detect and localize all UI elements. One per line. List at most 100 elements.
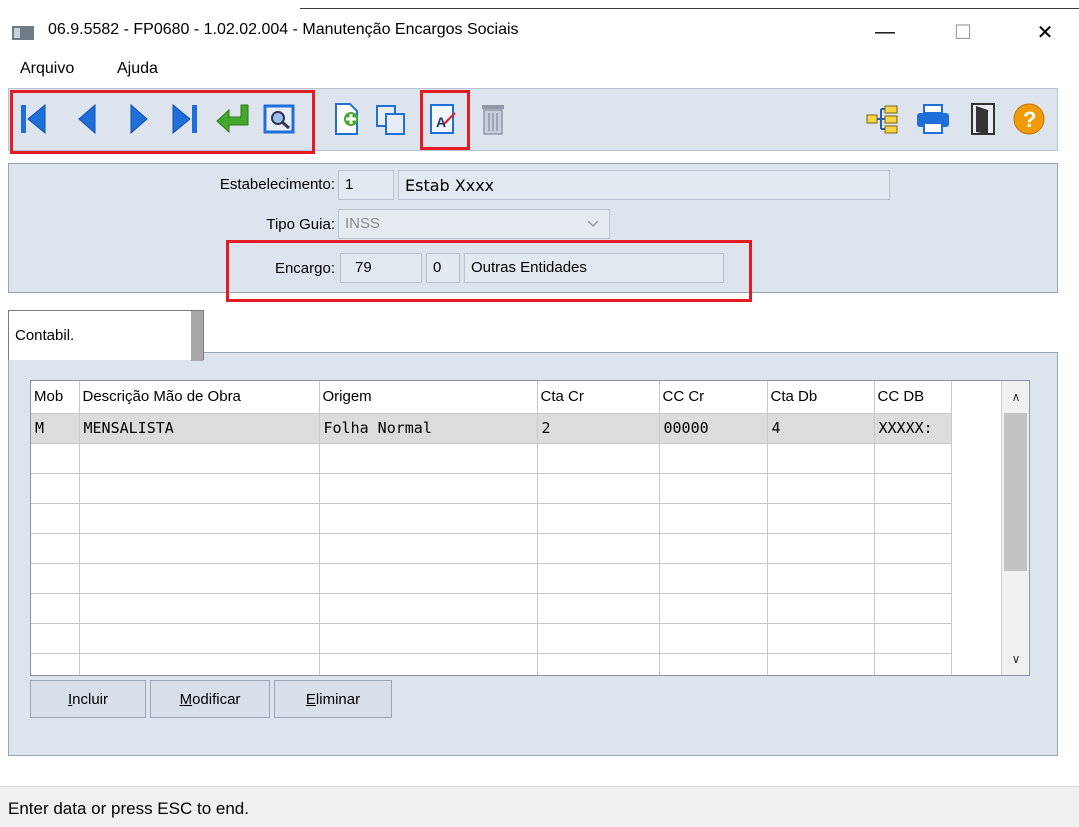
tipo-guia-label: Tipo Guia: xyxy=(266,216,335,233)
close-button[interactable]: ✕ xyxy=(1022,14,1068,50)
copy-icon[interactable] xyxy=(373,101,409,137)
table-cell xyxy=(79,593,320,624)
estabelecimento-name-field: Estab Xxxx xyxy=(398,170,890,200)
table-cell xyxy=(537,593,660,624)
table-cell xyxy=(31,623,80,654)
grid-table: Mob Descrição Mão de Obra Origem Cta Cr … xyxy=(31,381,952,675)
table-row[interactable] xyxy=(31,623,952,654)
table-cell xyxy=(31,503,80,534)
menu-ajuda[interactable]: Ajuda xyxy=(117,60,158,78)
minimize-button[interactable]: — xyxy=(862,14,908,50)
table-cell xyxy=(537,623,660,654)
delete-icon[interactable] xyxy=(475,101,511,137)
table-cell xyxy=(79,653,320,675)
incluir-button[interactable]: Incluir xyxy=(30,680,146,718)
highlight-encargo xyxy=(226,240,752,302)
window-top-border xyxy=(300,8,1079,9)
table-cell xyxy=(874,563,952,594)
table-cell xyxy=(659,623,768,654)
print-icon[interactable] xyxy=(915,101,951,137)
table-cell xyxy=(31,473,80,504)
scroll-thumb[interactable] xyxy=(1004,413,1027,571)
table-cell xyxy=(31,533,80,564)
table-row[interactable] xyxy=(31,503,952,534)
table-cell: Folha Normal xyxy=(319,413,538,444)
chevron-down-icon xyxy=(587,220,599,228)
menu-arquivo[interactable]: Arquivo xyxy=(20,60,74,78)
table-cell xyxy=(79,443,320,474)
table-row[interactable] xyxy=(31,473,952,504)
title-bar: 06.9.5582 - FP0680 - 1.02.02.004 - Manut… xyxy=(0,0,1079,54)
table-cell xyxy=(659,443,768,474)
tipo-guia-value: INSS xyxy=(345,215,381,232)
grid-body: M MENSALISTA Folha Normal 2 00000 4 XXXXX: xyxy=(31,413,952,675)
table-cell xyxy=(537,503,660,534)
table-cell xyxy=(659,503,768,534)
table-row[interactable] xyxy=(31,563,952,594)
eliminar-mnemonic: E xyxy=(305,690,316,708)
table-cell xyxy=(874,503,952,534)
tipo-guia-select[interactable]: INSS xyxy=(338,209,610,239)
menu-bar: Arquivo Ajuda xyxy=(0,54,1079,86)
table-cell xyxy=(767,563,875,594)
modificar-button[interactable]: Modificar xyxy=(150,680,270,718)
table-cell xyxy=(79,563,320,594)
table-row[interactable]: M MENSALISTA Folha Normal 2 00000 4 XXXXX: xyxy=(31,413,952,444)
col-cta-cr[interactable]: Cta Cr xyxy=(537,381,660,414)
table-cell xyxy=(659,473,768,504)
table-cell xyxy=(319,623,538,654)
col-mob[interactable]: Mob xyxy=(31,381,80,414)
table-row[interactable] xyxy=(31,593,952,624)
table-cell xyxy=(874,653,952,675)
table-cell: 2 xyxy=(537,413,660,444)
estabelecimento-code-field[interactable]: 1 xyxy=(338,170,394,200)
table-cell xyxy=(319,593,538,624)
table-cell xyxy=(874,533,952,564)
scroll-up-icon[interactable]: ∧ xyxy=(1002,383,1029,411)
table-cell xyxy=(537,563,660,594)
table-cell xyxy=(319,563,538,594)
col-origem[interactable]: Origem xyxy=(319,381,538,414)
table-cell xyxy=(874,443,952,474)
tab-contabil[interactable]: Contabil. xyxy=(8,310,204,361)
eliminar-label: liminar xyxy=(315,690,361,708)
col-cc-cr[interactable]: CC Cr xyxy=(659,381,768,414)
grid-scrollbar[interactable]: ∧ ∨ xyxy=(1001,381,1029,675)
scroll-down-icon[interactable]: ∨ xyxy=(1002,645,1029,673)
table-row[interactable] xyxy=(31,653,952,675)
estabelecimento-label: Estabelecimento: xyxy=(219,176,335,193)
table-cell: 00000 xyxy=(659,413,768,444)
status-bar: Enter data or press ESC to end. xyxy=(0,786,1079,827)
tab-contabil-label: Contabil. xyxy=(15,327,75,344)
table-cell xyxy=(537,443,660,474)
table-cell xyxy=(767,653,875,675)
table-cell xyxy=(31,593,80,624)
help-icon[interactable]: ? xyxy=(1011,101,1047,137)
table-cell xyxy=(767,473,875,504)
table-row[interactable] xyxy=(31,533,952,564)
eliminar-button[interactable]: Eliminar xyxy=(274,680,392,718)
table-cell xyxy=(767,593,875,624)
grid-header-row: Mob Descrição Mão de Obra Origem Cta Cr … xyxy=(31,381,952,414)
tree-icon[interactable] xyxy=(864,101,900,137)
col-descricao[interactable]: Descrição Mão de Obra xyxy=(79,381,320,414)
app-icon xyxy=(12,26,34,40)
table-cell xyxy=(767,443,875,474)
table-cell xyxy=(767,533,875,564)
col-cta-db[interactable]: Cta Db xyxy=(767,381,875,414)
col-cc-db[interactable]: CC DB xyxy=(874,381,952,414)
mao-de-obra-grid[interactable]: Mob Descrição Mão de Obra Origem Cta Cr … xyxy=(30,380,1030,676)
table-cell xyxy=(767,623,875,654)
maximize-button[interactable]: ☐ xyxy=(940,14,986,50)
table-cell xyxy=(537,533,660,564)
new-record-icon[interactable] xyxy=(329,101,365,137)
table-cell: M xyxy=(31,413,80,444)
table-cell xyxy=(659,653,768,675)
table-row[interactable] xyxy=(31,443,952,474)
table-cell xyxy=(319,653,538,675)
table-cell xyxy=(79,473,320,504)
exit-icon[interactable] xyxy=(965,101,1001,137)
table-cell xyxy=(874,623,952,654)
table-cell: XXXXX: xyxy=(874,413,952,444)
table-cell xyxy=(659,563,768,594)
